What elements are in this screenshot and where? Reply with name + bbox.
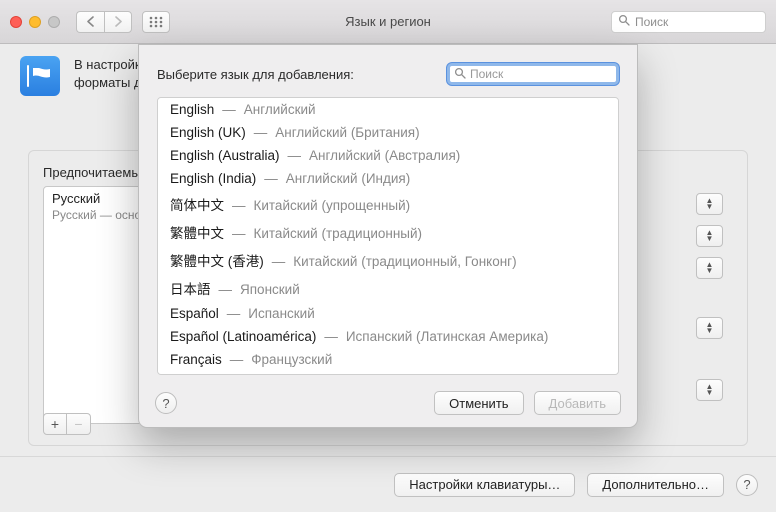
language-row[interactable]: 日本語 — Японский — [158, 274, 618, 302]
language-translated: Китайский (традиционный, Гонконг) — [293, 254, 516, 269]
dash: — — [288, 148, 302, 163]
dash: — — [232, 198, 246, 213]
advanced-button[interactable]: Дополнительно… — [587, 473, 724, 497]
sheet-help-button[interactable]: ? — [155, 392, 177, 414]
back-button[interactable] — [76, 11, 104, 33]
dropdown-stepper[interactable] — [696, 379, 723, 401]
language-translated: Английский (Британия) — [275, 125, 419, 140]
add-button[interactable]: Добавить — [534, 391, 621, 415]
close-window[interactable] — [10, 16, 22, 28]
language-translated: Китайский (традиционный) — [254, 226, 423, 241]
language-row[interactable]: English — Английский — [158, 98, 618, 121]
sheet-search[interactable] — [447, 63, 619, 85]
language-native: 简体中文 — [170, 194, 224, 214]
language-translated: Испанский (Латинская Америка) — [346, 329, 549, 344]
language-translated: Китайский (упрощенный) — [254, 198, 411, 213]
nav-arrows — [76, 11, 132, 33]
dash: — — [232, 226, 246, 241]
keyboard-settings-button[interactable]: Настройки клавиатуры… — [394, 473, 575, 497]
language-native: 日本語 — [170, 278, 211, 298]
show-all-button[interactable] — [142, 11, 170, 33]
language-native: English (UK) — [170, 125, 246, 140]
search-icon — [618, 14, 630, 29]
footer: Настройки клавиатуры… Дополнительно… ? — [0, 456, 776, 512]
language-translated: Японский — [240, 282, 300, 297]
forward-button[interactable] — [104, 11, 132, 33]
sheet-prompt: Выберите язык для добавления: — [157, 67, 354, 82]
dropdown-stepper[interactable] — [696, 225, 723, 247]
language-native: English (India) — [170, 171, 256, 186]
language-translated: Английский — [244, 102, 316, 117]
language-native: Español (Latinoamérica) — [170, 329, 316, 344]
sheet-search-input[interactable] — [470, 67, 612, 81]
language-row[interactable]: Español — Испанский — [158, 302, 618, 325]
cancel-button[interactable]: Отменить — [434, 391, 523, 415]
minimize-window[interactable] — [29, 16, 41, 28]
language-native: Français — [170, 352, 222, 367]
language-row[interactable]: 简体中文 — Китайский (упрощенный) — [158, 190, 618, 218]
language-row[interactable]: English (Australia) — Английский (Австрали… — [158, 144, 618, 167]
window-controls — [10, 16, 60, 28]
titlebar: Язык и регион — [0, 0, 776, 44]
add-language-sheet: Выберите язык для добавления: English — Ан… — [138, 44, 638, 428]
zoom-window — [48, 16, 60, 28]
search-icon — [454, 67, 466, 82]
language-native: English — [170, 102, 214, 117]
toolbar-search-input[interactable] — [635, 15, 759, 29]
language-row[interactable]: 繁體中文 (香港) — Китайский (традиционный, Гонко… — [158, 246, 618, 274]
dash: — — [324, 329, 338, 344]
language-row[interactable]: Español (Latinoamérica) — Испанский (Латин… — [158, 325, 618, 348]
language-native: English (Australia) — [170, 148, 280, 163]
language-row[interactable]: Français — Французский — [158, 348, 618, 371]
dropdown-stepper[interactable] — [696, 193, 723, 215]
add-remove-group: + − — [43, 413, 91, 435]
language-row[interactable]: Français (Canada)—Французский (Канада) — [158, 371, 618, 375]
language-native: 繁體中文 — [170, 222, 224, 242]
dash: — — [254, 125, 268, 140]
dash: — — [264, 171, 278, 186]
language-translated: Испанский — [248, 306, 314, 321]
dash: — — [230, 352, 244, 367]
language-translated: Английский (Австралия) — [309, 148, 460, 163]
language-row[interactable]: English (UK) — Английский (Британия) — [158, 121, 618, 144]
dropdown-stepper[interactable] — [696, 317, 723, 339]
dash: — — [227, 306, 241, 321]
language-native: 繁體中文 (香港) — [170, 250, 264, 270]
dropdown-stepper[interactable] — [696, 257, 723, 279]
language-translated: Французский — [251, 352, 332, 367]
language-native: Español — [170, 306, 219, 321]
add-language-button[interactable]: + — [43, 413, 67, 435]
remove-language-button[interactable]: − — [67, 413, 91, 435]
language-row[interactable]: 繁體中文 — Китайский (традиционный) — [158, 218, 618, 246]
toolbar-search[interactable] — [611, 11, 766, 33]
dash: — — [222, 102, 236, 117]
language-row[interactable]: English (India) — Английский (Индия) — [158, 167, 618, 190]
help-button[interactable]: ? — [736, 474, 758, 496]
language-translated: Английский (Индия) — [286, 171, 410, 186]
language-list[interactable]: English — Английский English (UK) — Английски… — [157, 97, 619, 375]
dash: — — [272, 254, 286, 269]
language-region-icon — [20, 56, 60, 96]
dash: — — [219, 282, 233, 297]
